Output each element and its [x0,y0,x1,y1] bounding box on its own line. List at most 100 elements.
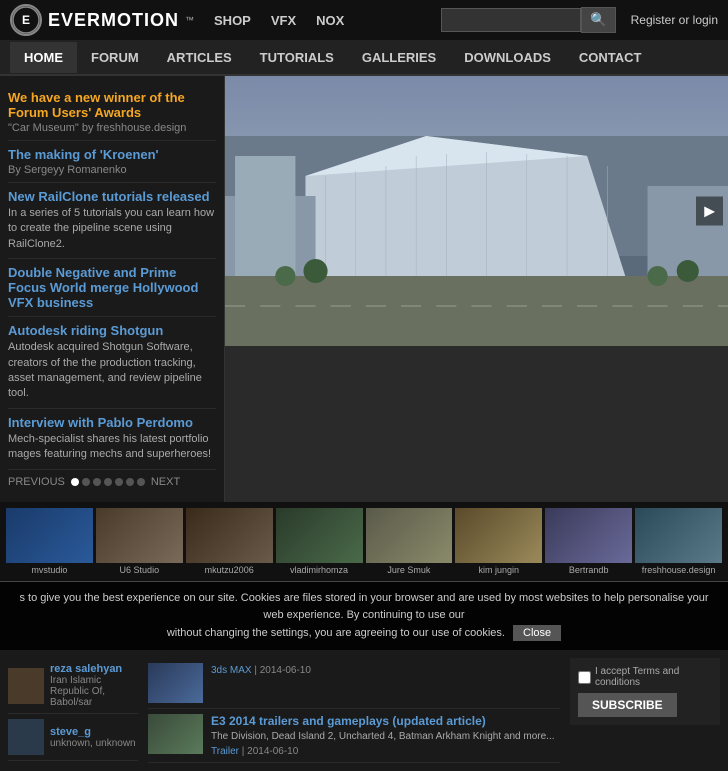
sidebar-item-2: New RailClone tutorials released In a se… [8,183,216,259]
thumb-0[interactable]: mvstudio [6,508,93,575]
top-nav: SHOP VFX NOX [214,13,344,28]
thumb-img-6 [545,508,632,563]
article-item-1: E3 2014 trailers and gameplays (updated … [148,709,560,763]
nav-home[interactable]: HOME [10,42,77,73]
thumb-3[interactable]: vladimirhomza [276,508,363,575]
subscribe-area: I accept Terms and conditions SUBSCRIBE [570,658,720,763]
thumb-label-1: U6 Studio [96,565,183,575]
thumb-6[interactable]: Bertrandb [545,508,632,575]
subscribe-label-text: I accept Terms and conditions [595,666,712,688]
user-location-1: unknown, unknown [50,738,136,749]
article-info-1: E3 2014 trailers and gameplays (updated … [211,714,555,757]
thumb-label-0: mvstudio [6,565,93,575]
prev-button[interactable]: PREVIOUS [8,476,65,488]
top-nav-shop[interactable]: SHOP [214,13,251,28]
user-name-0[interactable]: reza salehyan [50,663,138,675]
dot-4[interactable] [115,478,123,486]
search-input[interactable] [441,8,581,32]
main-content: We have a new winner of the Forum Users'… [0,76,728,502]
thumb-img-0 [6,508,93,563]
dot-3[interactable] [104,478,112,486]
article-thumb-0 [148,663,203,703]
dot-5[interactable] [126,478,134,486]
cookie-close-button[interactable]: Close [513,625,561,641]
nav-articles[interactable]: ARTICLES [153,42,246,73]
hero-buildings-svg [225,76,728,346]
thumb-label-5: kim jungin [455,565,542,575]
bottom-content: reza salehyan Iran Islamic Republic Of, … [0,650,728,771]
slide-nav: PREVIOUS NEXT [8,470,216,494]
user-info-0: reza salehyan Iran Islamic Republic Of, … [50,663,138,708]
sidebar-title-3[interactable]: Double Negative and Prime Focus World me… [8,265,216,310]
sidebar-desc-5: Mech-specialist shares his latest portfo… [8,432,216,463]
main-nav: HOME FORUM ARTICLES TUTORIALS GALLERIES … [0,40,728,76]
nav-downloads[interactable]: DOWNLOADS [450,42,565,73]
user-name-1[interactable]: steve_g [50,726,136,738]
slide-dots [71,478,145,486]
thumb-2[interactable]: mkutzu2006 [186,508,273,575]
thumbnails-row: mvstudio U6 Studio mkutzu2006 vladimirho… [0,502,728,581]
sidebar-title-0[interactable]: We have a new winner of the Forum Users'… [8,90,216,120]
cookie-banner: s to give you the best experience on our… [0,581,728,651]
article-meta-0: 3ds MAX | 2014-06-10 [211,665,311,676]
sidebar-subtitle-1: By Sergeyy Romanenko [8,164,216,176]
dot-2[interactable] [93,478,101,486]
top-nav-nox[interactable]: NOX [316,13,344,28]
thumb-7[interactable]: freshhouse.design [635,508,722,575]
sidebar-title-5[interactable]: Interview with Pablo Perdomo [8,415,216,430]
thumb-label-7: freshhouse.design [635,565,722,575]
svg-text:E: E [22,13,30,27]
nav-tutorials[interactable]: TUTORIALS [246,42,348,73]
subscribe-button[interactable]: SUBSCRIBE [578,693,677,717]
logo-icon: E [10,4,42,36]
thumb-label-3: vladimirhomza [276,565,363,575]
thumb-label-4: Jure Smuk [366,565,453,575]
user-location-0: Iran Islamic Republic Of, Babol/sar [50,675,138,708]
dot-1[interactable] [82,478,90,486]
sidebar-desc-4: Autodesk acquired Shotgun Software, crea… [8,340,216,402]
thumb-1[interactable]: U6 Studio [96,508,183,575]
logo-text: EVERMOTION [48,10,179,31]
article-info-0: 3ds MAX | 2014-06-10 [211,663,311,703]
nav-galleries[interactable]: GALLERIES [348,42,450,73]
article-meta-1: Trailer | 2014-06-10 [211,746,555,757]
article-title-1[interactable]: E3 2014 trailers and gameplays (updated … [211,714,555,728]
thumb-label-2: mkutzu2006 [186,565,273,575]
terms-checkbox[interactable] [578,671,591,684]
sidebar-title-1[interactable]: The making of 'Kroenen' [8,147,216,162]
thumb-5[interactable]: kim jungin [455,508,542,575]
user-item-0: reza salehyan Iran Islamic Republic Of, … [8,658,138,714]
user-info-1: steve_g unknown, unknown [50,726,136,749]
dot-0[interactable] [71,478,79,486]
cookie-text: s to give you the best experience on our… [19,592,708,622]
sidebar-item-5: Interview with Pablo Perdomo Mech-specia… [8,409,216,470]
hero-next-arrow[interactable]: ▶ [696,197,723,226]
dot-6[interactable] [137,478,145,486]
article-date-1: 2014-06-10 [247,746,298,757]
nav-contact[interactable]: CONTACT [565,42,656,73]
sidebar-item-1: The making of 'Kroenen' By Sergeyy Roman… [8,141,216,183]
sidebar-item-3: Double Negative and Prime Focus World me… [8,259,216,317]
subscribe-label: I accept Terms and conditions [578,666,712,688]
nav-forum[interactable]: FORUM [77,42,153,73]
user-avatar-1 [8,719,44,755]
sidebar-title-2[interactable]: New RailClone tutorials released [8,189,216,204]
next-button[interactable]: NEXT [151,476,180,488]
top-nav-vfx[interactable]: VFX [271,13,296,28]
search-area: 🔍 [441,7,616,33]
thumb-4[interactable]: Jure Smuk [366,508,453,575]
thumb-img-1 [96,508,183,563]
article-thumb-1 [148,714,203,754]
thumb-label-6: Bertrandb [545,565,632,575]
thumb-img-4 [366,508,453,563]
top-bar: E EVERMOTION™ SHOP VFX NOX 🔍 Register or… [0,0,728,40]
logo-area: E EVERMOTION™ [10,4,194,36]
user-avatar-0 [8,668,44,704]
search-button[interactable]: 🔍 [581,7,616,33]
article-desc-1: The Division, Dead Island 2, Uncharted 4… [211,730,555,744]
sidebar-title-4[interactable]: Autodesk riding Shotgun [8,323,216,338]
hero-scene: ▶ [225,76,728,346]
article-tag-1: Trailer [211,746,239,757]
thumb-img-7 [635,508,722,563]
register-link[interactable]: Register or login [631,13,718,27]
